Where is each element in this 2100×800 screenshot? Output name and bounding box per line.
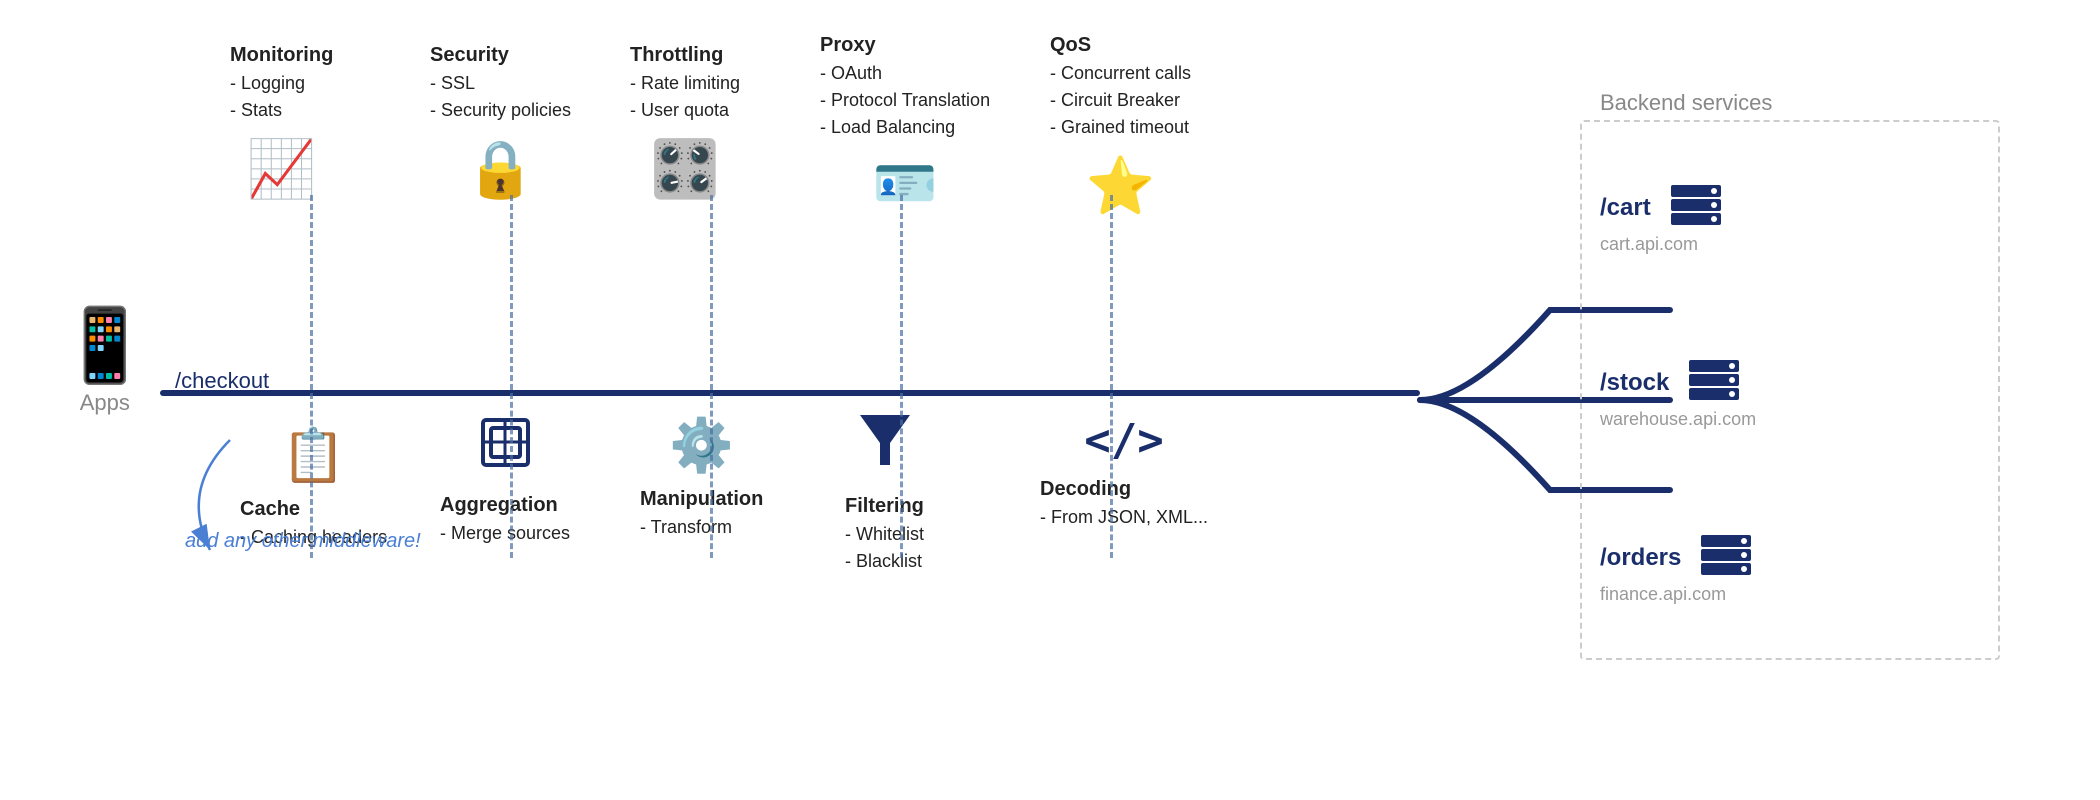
dashed-security	[510, 195, 513, 390]
manipulation-icon: ⚙️	[669, 415, 734, 476]
dashed-proxy	[900, 195, 903, 390]
dashed-decoding	[1110, 393, 1113, 558]
feature-proxy-top: Proxy- OAuth- Protocol Translation- Load…	[820, 30, 990, 214]
dashed-filtering	[900, 393, 903, 558]
dashed-qos	[1110, 195, 1113, 390]
feature-filtering-bottom: Filtering- Whitelist- Blacklist	[845, 415, 924, 575]
annotation-text: add any other middleware!	[185, 530, 421, 553]
monitoring-icon: 📈	[247, 136, 317, 202]
dashed-monitoring	[310, 195, 313, 390]
backend-item-cart: /cart cart.api.com	[1600, 185, 1721, 255]
manipulation-label: Manipulation- Transform	[640, 484, 763, 541]
decoding-icon: </>	[1084, 415, 1163, 466]
qos-label: QoS- Concurrent calls- Circuit Breaker- …	[1050, 30, 1191, 141]
stock-url: warehouse.api.com	[1600, 409, 1756, 430]
checkout-label: /checkout	[175, 368, 269, 394]
qos-icon: ⭐	[1086, 153, 1156, 219]
proxy-icon: 🪪	[873, 153, 938, 214]
apps-label: Apps	[80, 390, 130, 416]
stock-server-icon	[1689, 360, 1739, 405]
dashed-manipulation	[710, 393, 713, 558]
apps-section: 📱 Apps	[60, 310, 150, 416]
stock-route: /stock	[1600, 369, 1669, 397]
feature-security-top: Security- SSL- Security policies 🔒	[430, 40, 571, 202]
main-line	[160, 390, 1420, 396]
decoding-label: Decoding- From JSON, XML...	[1040, 474, 1208, 531]
feature-throttling-top: Throttling- Rate limiting- User quota 🎛️	[630, 40, 740, 202]
filtering-label: Filtering- Whitelist- Blacklist	[845, 491, 924, 575]
cart-server-icon	[1671, 185, 1721, 230]
orders-server-icon	[1701, 535, 1751, 580]
orders-url: finance.api.com	[1600, 584, 1726, 605]
annotation-svg	[150, 430, 500, 590]
backend-services-title: Backend services	[1600, 90, 1772, 116]
throttling-label: Throttling- Rate limiting- User quota	[630, 40, 740, 124]
dashed-throttling	[710, 195, 713, 390]
phone-icon: 📱	[60, 310, 150, 382]
feature-manipulation-bottom: ⚙️ Manipulation- Transform	[640, 415, 763, 541]
security-label: Security- SSL- Security policies	[430, 40, 571, 124]
proxy-label: Proxy- OAuth- Protocol Translation- Load…	[820, 30, 990, 141]
dashed-aggregation	[510, 393, 513, 558]
feature-decoding-bottom: </> Decoding- From JSON, XML...	[1040, 415, 1208, 531]
orders-route: /orders	[1600, 544, 1681, 572]
throttling-icon: 🎛️	[650, 136, 720, 202]
security-icon: 🔒	[466, 136, 536, 202]
cart-url: cart.api.com	[1600, 234, 1698, 255]
cart-route: /cart	[1600, 194, 1651, 222]
backend-item-orders: /orders finance.api.com	[1600, 535, 1751, 605]
feature-qos-top: QoS- Concurrent calls- Circuit Breaker- …	[1050, 30, 1191, 219]
diagram-container: 📱 Apps /checkout Monitoring- Logging- St…	[0, 0, 2100, 800]
feature-monitoring-top: Monitoring- Logging- Stats 📈	[230, 40, 333, 202]
monitoring-label: Monitoring- Logging- Stats	[230, 40, 333, 124]
backend-item-stock: /stock warehouse.api.com	[1600, 360, 1756, 430]
